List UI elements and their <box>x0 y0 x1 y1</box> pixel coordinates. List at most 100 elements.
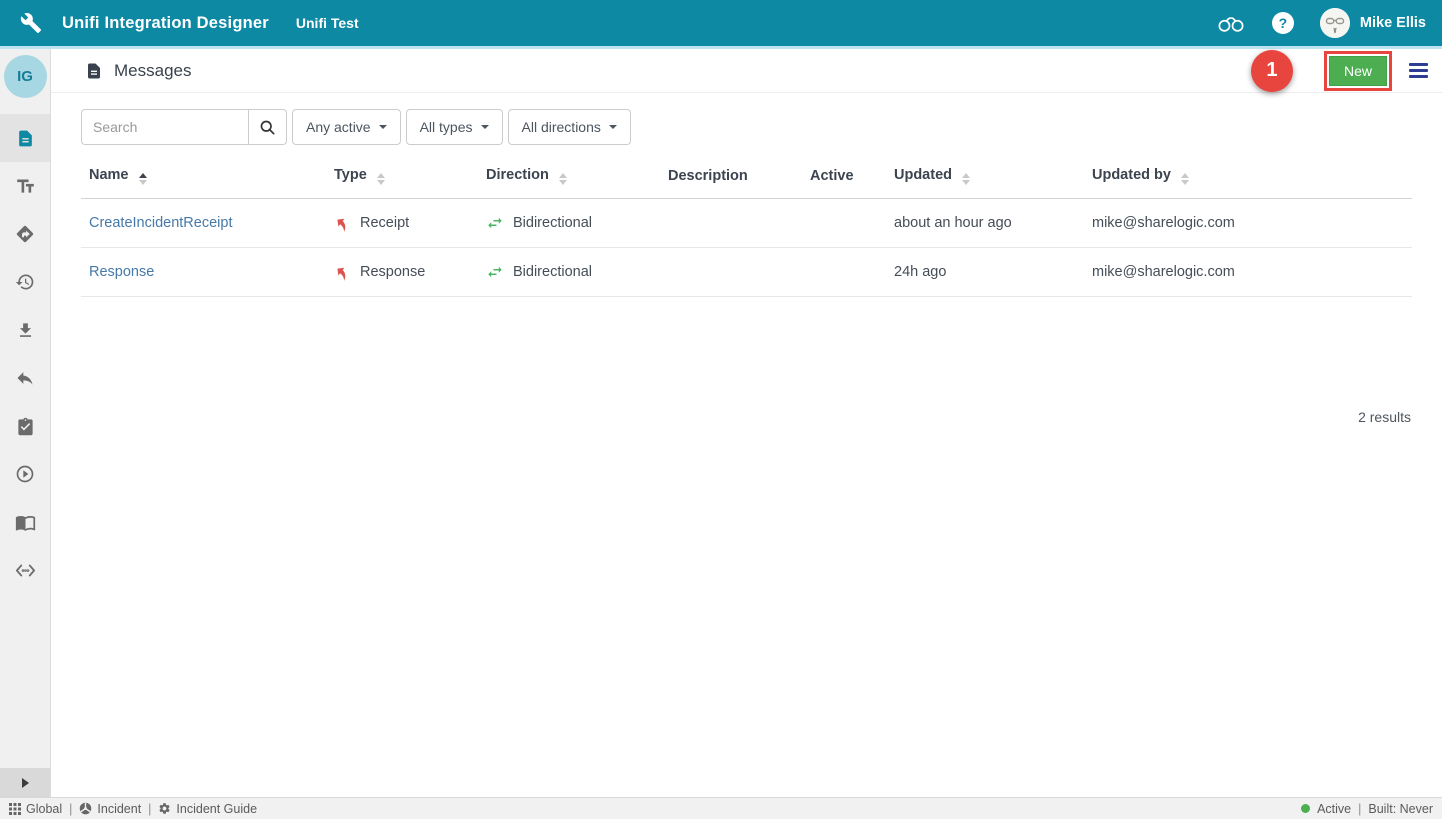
sidebar-item-messages[interactable] <box>0 114 50 162</box>
column-header-direction[interactable]: Direction <box>486 159 668 199</box>
receipt-type-icon <box>334 215 351 232</box>
wrench-icon <box>20 12 42 34</box>
sidebar-item-code[interactable] <box>0 546 50 594</box>
status-bar: Global | Incident | Incident Guide Activ… <box>0 797 1442 819</box>
incident-icon <box>79 802 92 815</box>
direction-filter-dropdown[interactable]: All directions <box>508 109 631 145</box>
table-row: Response Response <box>81 248 1412 297</box>
integration-label: Incident Guide <box>176 802 257 816</box>
table-header-row: Name Type Direction Description <box>81 159 1412 199</box>
page-title: Messages <box>114 61 191 81</box>
direction-value: Bidirectional <box>513 215 592 231</box>
glasses-icon[interactable] <box>1216 12 1246 34</box>
menu-icon[interactable] <box>1409 61 1428 80</box>
updated-by-value: mike@sharelogic.com <box>1092 215 1235 231</box>
text-fields-icon <box>15 176 36 197</box>
help-icon[interactable]: ? <box>1272 12 1294 34</box>
response-type-icon <box>334 264 351 281</box>
document-icon <box>85 62 103 80</box>
sidebar-item-documentation[interactable] <box>0 498 50 546</box>
updated-value: about an hour ago <box>894 215 1012 231</box>
search-button[interactable] <box>248 109 287 145</box>
updated-by-value: mike@sharelogic.com <box>1092 264 1235 280</box>
user-menu[interactable]: Mike Ellis <box>1320 8 1426 38</box>
direction-value: Bidirectional <box>513 264 592 280</box>
expand-arrow-icon <box>22 778 29 788</box>
separator: | <box>69 802 72 816</box>
messages-table: Name Type Direction Description <box>81 159 1412 297</box>
annotation-highlight-box: New <box>1324 51 1392 91</box>
sidebar-item-download[interactable] <box>0 306 50 354</box>
chevron-down-icon <box>609 125 617 129</box>
chevron-down-icon <box>379 125 387 129</box>
sidebar-expand-button[interactable] <box>0 768 50 797</box>
code-icon <box>15 560 36 581</box>
type-filter-dropdown[interactable]: All types <box>406 109 503 145</box>
direction-filter-label: All directions <box>522 119 601 135</box>
user-avatar <box>1320 8 1350 38</box>
documentation-icon <box>15 512 36 533</box>
application-breadcrumb[interactable]: Incident <box>79 802 141 816</box>
sidebar-item-milestones[interactable] <box>0 210 50 258</box>
type-filter-label: All types <box>420 119 473 135</box>
status-dot <box>1301 804 1310 813</box>
sort-icon <box>1181 173 1189 185</box>
integration-breadcrumb[interactable]: Incident Guide <box>158 802 257 816</box>
search-input[interactable] <box>81 109 249 145</box>
chevron-down-icon <box>481 125 489 129</box>
type-value: Receipt <box>360 215 409 231</box>
search-group <box>81 109 287 145</box>
column-header-description: Description <box>668 159 793 199</box>
application-label: Incident <box>97 802 141 816</box>
active-filter-label: Any active <box>306 119 371 135</box>
sidebar-item-run[interactable] <box>0 450 50 498</box>
column-header-updated-by[interactable]: Updated by <box>1092 159 1412 199</box>
bidirectional-icon <box>486 214 504 232</box>
message-name-link[interactable]: Response <box>89 264 154 280</box>
run-icon <box>15 464 35 484</box>
sidebar-item-responses[interactable] <box>0 354 50 402</box>
message-name-link[interactable]: CreateIncidentReceipt <box>89 215 232 231</box>
document-icon <box>16 129 35 148</box>
search-icon <box>259 119 276 136</box>
sidebar-item-fields[interactable] <box>0 162 50 210</box>
table-row: CreateIncidentReceipt Receipt <box>81 199 1412 248</box>
updated-value: 24h ago <box>894 264 946 280</box>
annotation-step-badge: 1 <box>1251 50 1293 92</box>
separator: | <box>148 802 151 816</box>
sidebar-item-tasks[interactable] <box>0 402 50 450</box>
integration-avatar[interactable]: IG <box>4 55 47 98</box>
built-label: Built: Never <box>1368 802 1433 816</box>
history-icon <box>15 272 35 292</box>
active-filter-dropdown[interactable]: Any active <box>292 109 401 145</box>
page-header: Messages 1 New <box>51 49 1442 93</box>
grid-icon <box>9 803 21 815</box>
sort-icon <box>139 173 147 185</box>
app-title: Unifi Integration Designer <box>62 14 269 33</box>
column-header-updated[interactable]: Updated <box>894 159 1092 199</box>
filter-bar: Any active All types All directions <box>81 109 1412 145</box>
gear-icon <box>158 802 171 815</box>
user-name: Mike Ellis <box>1360 15 1426 31</box>
sort-icon <box>962 173 970 185</box>
reply-icon <box>15 368 35 388</box>
bidirectional-icon <box>486 263 504 281</box>
scope-breadcrumb[interactable]: Global <box>9 802 62 816</box>
status-label: Active <box>1317 802 1351 816</box>
environment-name[interactable]: Unifi Test <box>296 15 359 31</box>
milestone-icon <box>15 224 35 244</box>
scope-label: Global <box>26 802 62 816</box>
sort-icon <box>559 173 567 185</box>
sidebar: IG <box>0 49 51 797</box>
type-value: Response <box>360 264 425 280</box>
sort-icon <box>377 173 385 185</box>
download-icon <box>16 321 35 340</box>
top-bar: Unifi Integration Designer Unifi Test ? … <box>0 0 1442 46</box>
sidebar-item-history[interactable] <box>0 258 50 306</box>
column-header-type[interactable]: Type <box>334 159 486 199</box>
tasks-icon <box>16 417 35 436</box>
column-header-name[interactable]: Name <box>81 159 334 199</box>
column-header-active: Active <box>793 159 894 199</box>
new-button[interactable]: New <box>1329 56 1387 86</box>
separator: | <box>1358 802 1361 816</box>
